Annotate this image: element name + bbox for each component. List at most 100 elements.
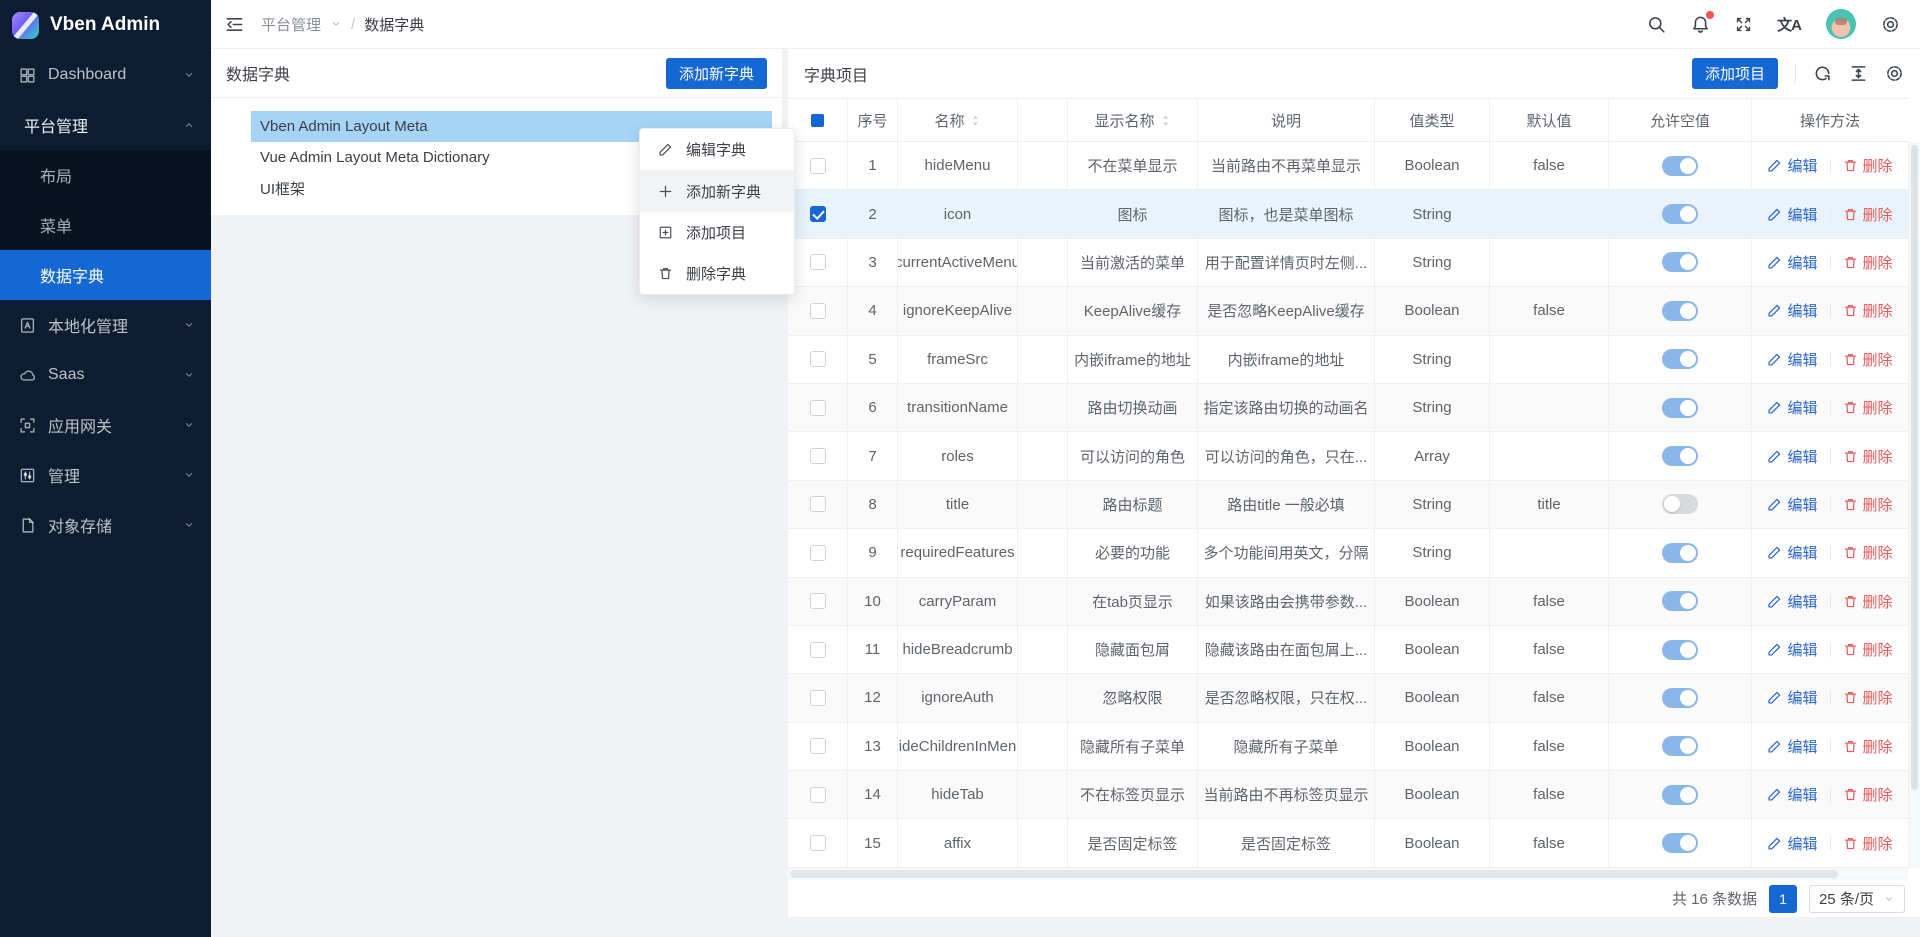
edit-button[interactable]: 编辑	[1767, 446, 1817, 467]
row-checkbox[interactable]	[810, 835, 826, 851]
delete-button[interactable]: 删除	[1843, 397, 1893, 418]
row-checkbox[interactable]	[810, 158, 826, 174]
row-checkbox[interactable]	[810, 545, 826, 561]
edit-button[interactable]: 编辑	[1767, 252, 1817, 273]
sidebar-item-layout[interactable]: 布局	[0, 150, 211, 200]
select-all-checkbox[interactable]	[811, 114, 824, 127]
delete-button[interactable]: 删除	[1843, 155, 1893, 176]
sidebar-item-dashboard[interactable]: Dashboard	[0, 50, 211, 100]
allow-empty-toggle[interactable]	[1662, 833, 1698, 853]
allow-empty-toggle[interactable]	[1662, 446, 1698, 466]
horizontal-scrollbar-thumb[interactable]	[790, 870, 1838, 878]
row-checkbox[interactable]	[810, 206, 826, 222]
delete-button[interactable]: 删除	[1843, 591, 1893, 612]
edit-button[interactable]: 编辑	[1767, 687, 1817, 708]
allow-empty-toggle[interactable]	[1662, 349, 1698, 369]
allow-empty-toggle[interactable]	[1662, 543, 1698, 563]
row-checkbox[interactable]	[810, 787, 826, 803]
row-checkbox[interactable]	[810, 254, 826, 270]
row-checkbox[interactable]	[810, 351, 826, 367]
sidebar-item-localization[interactable]: 本地化管理	[0, 300, 211, 350]
context-menu-delete-dict[interactable]: 删除字典	[640, 253, 794, 294]
edit-button[interactable]: 编辑	[1767, 639, 1817, 660]
allow-empty-toggle[interactable]	[1662, 688, 1698, 708]
add-dictionary-button[interactable]: 添加新字典	[666, 58, 767, 89]
fullscreen-icon[interactable]	[1735, 16, 1752, 33]
column-header-display_name[interactable]: 显示名称	[1068, 99, 1198, 141]
allow-empty-toggle[interactable]	[1662, 640, 1698, 660]
search-icon[interactable]	[1647, 15, 1666, 34]
sidebar-item-object-storage[interactable]: 对象存储	[0, 500, 211, 550]
edit-button[interactable]: 编辑	[1767, 300, 1817, 321]
delete-button[interactable]: 删除	[1843, 252, 1893, 273]
row-checkbox[interactable]	[810, 496, 826, 512]
row-checkbox[interactable]	[810, 448, 826, 464]
delete-button[interactable]: 删除	[1843, 639, 1893, 660]
delete-button[interactable]: 删除	[1843, 736, 1893, 757]
row-checkbox[interactable]	[810, 303, 826, 319]
allow-empty-toggle[interactable]	[1662, 301, 1698, 321]
vertical-scrollbar-thumb[interactable]	[1911, 145, 1918, 790]
horizontal-scrollbar[interactable]	[788, 868, 1908, 880]
edit-button[interactable]: 编辑	[1767, 784, 1817, 805]
pagination-page-1[interactable]: 1	[1769, 885, 1797, 913]
translate-icon[interactable]: 文A	[1777, 14, 1801, 35]
add-item-button[interactable]: 添加项目	[1692, 58, 1778, 89]
sidebar-item-platform-management[interactable]: 平台管理	[0, 100, 211, 150]
edit-button[interactable]: 编辑	[1767, 591, 1817, 612]
avatar[interactable]	[1826, 9, 1856, 39]
sidebar-item-menu[interactable]: 菜单	[0, 200, 211, 250]
sort-caret-icon[interactable]	[970, 114, 981, 127]
row-checkbox[interactable]	[810, 690, 826, 706]
cell-checkbox	[788, 529, 848, 576]
context-menu-add-new-dict[interactable]: 添加新字典	[640, 171, 794, 212]
refresh-icon[interactable]	[1813, 64, 1832, 83]
vertical-scrollbar[interactable]	[1908, 142, 1920, 868]
delete-button[interactable]: 删除	[1843, 784, 1893, 805]
context-menu-edit-dict[interactable]: 编辑字典	[640, 129, 794, 170]
allow-empty-toggle[interactable]	[1662, 494, 1698, 514]
delete-button[interactable]: 删除	[1843, 349, 1893, 370]
sidebar-item-saas[interactable]: Saas	[0, 350, 211, 400]
app-logo[interactable]: Vben Admin	[0, 0, 211, 50]
allow-empty-toggle[interactable]	[1662, 785, 1698, 805]
delete-button[interactable]: 删除	[1843, 542, 1893, 563]
delete-button[interactable]: 删除	[1843, 833, 1893, 854]
row-checkbox[interactable]	[810, 400, 826, 416]
breadcrumb-parent[interactable]: 平台管理	[261, 14, 321, 35]
edit-button[interactable]: 编辑	[1767, 204, 1817, 225]
delete-button[interactable]: 删除	[1843, 300, 1893, 321]
sort-caret-icon[interactable]	[1160, 114, 1171, 127]
edit-button[interactable]: 编辑	[1767, 542, 1817, 563]
edit-button[interactable]: 编辑	[1767, 494, 1817, 515]
allow-empty-toggle[interactable]	[1662, 591, 1698, 611]
row-checkbox[interactable]	[810, 642, 826, 658]
edit-button[interactable]: 编辑	[1767, 397, 1817, 418]
allow-empty-toggle[interactable]	[1662, 252, 1698, 272]
settings-gear-icon[interactable]	[1881, 15, 1900, 34]
delete-button[interactable]: 删除	[1843, 204, 1893, 225]
context-menu-add-item[interactable]: 添加项目	[640, 212, 794, 253]
column-height-icon[interactable]	[1849, 64, 1868, 83]
allow-empty-toggle[interactable]	[1662, 156, 1698, 176]
allow-empty-toggle[interactable]	[1662, 398, 1698, 418]
edit-button[interactable]: 编辑	[1767, 736, 1817, 757]
edit-button[interactable]: 编辑	[1767, 155, 1817, 176]
row-checkbox[interactable]	[810, 738, 826, 754]
page-size-select[interactable]: 25 条/页	[1809, 885, 1905, 913]
sidebar-item-app-gateway[interactable]: 应用网关	[0, 400, 211, 450]
menu-fold-icon[interactable]	[225, 15, 244, 34]
edit-button[interactable]: 编辑	[1767, 349, 1817, 370]
sidebar-item-management[interactable]: 管理	[0, 450, 211, 500]
sidebar-item-data-dictionary[interactable]: 数据字典	[0, 250, 211, 300]
edit-button[interactable]: 编辑	[1767, 833, 1817, 854]
notification-bell-icon[interactable]	[1691, 15, 1710, 34]
allow-empty-toggle[interactable]	[1662, 204, 1698, 224]
delete-button[interactable]: 删除	[1843, 446, 1893, 467]
row-checkbox[interactable]	[810, 593, 826, 609]
delete-button[interactable]: 删除	[1843, 687, 1893, 708]
allow-empty-toggle[interactable]	[1662, 736, 1698, 756]
column-header-name[interactable]: 名称	[898, 99, 1018, 141]
delete-button[interactable]: 删除	[1843, 494, 1893, 515]
table-settings-gear-icon[interactable]	[1885, 64, 1904, 83]
